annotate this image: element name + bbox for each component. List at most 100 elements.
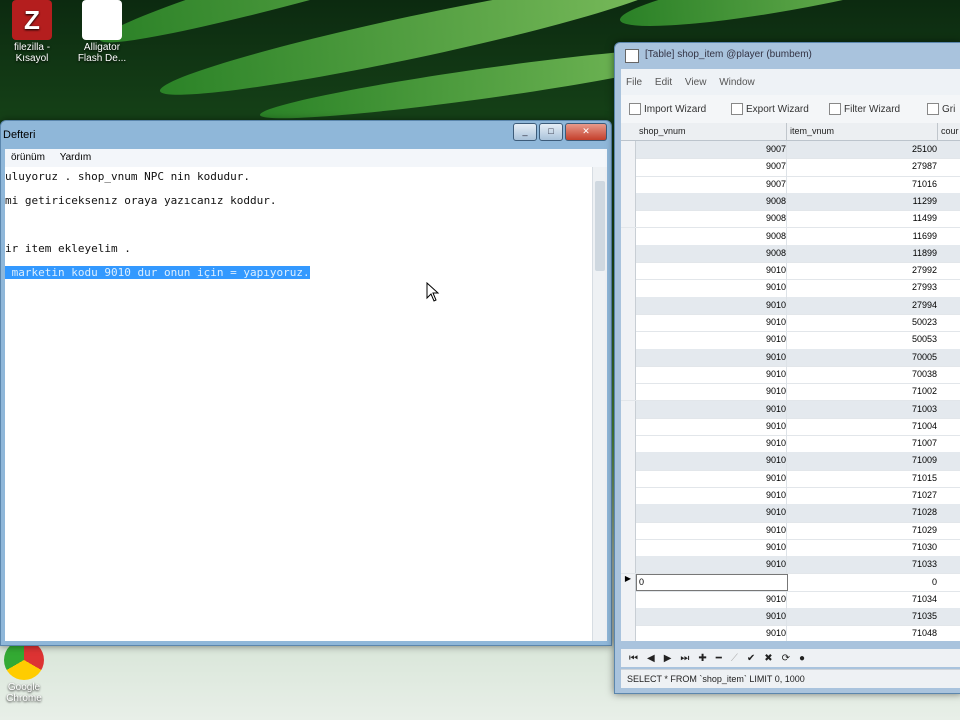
notepad-scrollbar[interactable] [592,167,607,641]
post-record-icon[interactable]: ✔ [747,653,755,664]
table-row[interactable]: 9010 50023 [621,314,960,333]
edit-record-icon[interactable]: ⟋ [731,653,738,664]
row-indicator[interactable] [621,365,636,384]
cell-item-vnum[interactable]: 50053 [787,334,937,344]
cell-item-vnum[interactable]: 71034 [787,594,937,604]
grid-button[interactable]: Gri [927,103,955,115]
row-indicator[interactable] [621,227,636,245]
cell-shop-vnum[interactable]: 9010 [636,300,786,310]
table-row[interactable]: 9010 71002 [621,383,960,402]
alligator-desktop-icon[interactable]: Alligator Flash De... [70,0,134,64]
table-row[interactable]: 9010 71033 [621,556,960,575]
cell-shop-vnum[interactable]: 9010 [636,386,786,396]
row-indicator[interactable] [621,192,636,211]
cell-shop-vnum[interactable]: 9010 [636,507,786,517]
table-row[interactable]: 9010 71029 [621,521,960,540]
table-row[interactable]: 9010 71003 [621,400,960,419]
row-indicator[interactable] [621,158,636,176]
insert-record-icon[interactable]: ✚ [698,653,706,664]
row-indicator[interactable] [621,625,636,641]
cell-item-vnum[interactable]: 71002 [787,386,937,396]
table-row[interactable]: 9010 71027 [621,487,960,506]
cell-item-vnum[interactable]: 11499 [787,213,937,223]
cell-item-vnum[interactable]: 50023 [787,317,937,327]
cell-shop-vnum[interactable]: 9010 [636,404,786,414]
cell-shop-vnum[interactable]: 9010 [636,525,786,535]
cell-item-vnum[interactable]: 0 [787,577,937,587]
cell-item-vnum[interactable]: 71007 [787,438,937,448]
cell-shop-vnum[interactable]: 9010 [636,490,786,500]
data-grid[interactable]: shop_vnum item_vnum cour 9007 25100 9007 27… [621,123,960,641]
row-indicator[interactable] [621,452,636,470]
row-indicator[interactable] [621,141,636,159]
cell-item-vnum[interactable]: 71028 [787,507,937,517]
cell-item-vnum[interactable]: 71035 [787,611,937,621]
cell-shop-vnum[interactable]: 9007 [636,179,786,189]
export-wizard-button[interactable]: Export Wizard [731,103,809,115]
cell-shop-vnum[interactable]: 9010 [636,542,786,552]
prior-record-icon[interactable]: ◀ [647,653,655,664]
cell-item-vnum[interactable]: 71030 [787,542,937,552]
menu-view[interactable]: örünüm [5,149,51,166]
cell-item-vnum[interactable]: 27994 [787,300,937,310]
table-row[interactable]: 9010 71030 [621,538,960,558]
cell-shop-vnum[interactable]: 9010 [636,265,786,275]
cell-shop-vnum[interactable]: 9010 [636,455,786,465]
table-row[interactable]: 9010 71004 [621,417,960,437]
cell-item-vnum[interactable]: 27992 [787,265,937,275]
cell-shop-vnum[interactable]: 9010 [636,317,786,327]
table-row[interactable]: 9010 27993 [621,279,960,298]
cell-shop-vnum[interactable]: 9010 [636,421,786,431]
cell-item-vnum[interactable]: 71027 [787,490,937,500]
row-indicator[interactable] [621,262,636,280]
table-row[interactable]: 9010 70005 [621,348,960,367]
stop-icon[interactable]: ● [799,653,805,664]
row-indicator[interactable] [621,400,636,418]
table-row[interactable]: 9010 50053 [621,331,960,350]
cell-item-vnum[interactable]: 71048 [787,628,937,638]
table-row[interactable]: 9008 11699 [621,227,960,246]
filezilla-desktop-icon[interactable]: Z filezilla - Kısayol [0,0,64,64]
cancel-record-icon[interactable]: ✖ [764,653,772,664]
cell-item-vnum[interactable]: 11299 [787,196,937,206]
first-record-icon[interactable]: ⏮ [629,653,638,664]
cell-item-vnum[interactable]: 71003 [787,404,937,414]
row-indicator[interactable] [621,538,636,557]
cell-item-vnum[interactable]: 11699 [787,231,937,241]
row-indicator[interactable] [621,348,636,366]
maximize-button[interactable]: □ [539,123,563,141]
table-row[interactable]: 9008 11499 [621,210,960,229]
import-wizard-button[interactable]: Import Wizard [629,103,706,115]
cell-shop-vnum[interactable]: 9008 [636,248,786,258]
cell-shop-vnum[interactable]: 9010 [636,628,786,638]
next-record-icon[interactable]: ▶ [664,653,672,664]
cell-item-vnum[interactable]: 71015 [787,473,937,483]
menu-help[interactable]: Yardım [54,149,98,166]
row-indicator[interactable] [621,331,636,349]
cell-shop-vnum[interactable]: 9008 [636,196,786,206]
cell-shop-vnum[interactable]: 9010 [636,334,786,344]
cell-shop-vnum[interactable]: 9010 [636,611,786,621]
row-indicator[interactable] [621,487,636,505]
row-indicator[interactable] [621,296,636,314]
table-row[interactable]: 9010 71035 [621,608,960,627]
column-header-item-vnum[interactable]: item_vnum [787,123,938,140]
row-indicator[interactable] [621,417,636,436]
menu-file[interactable]: File [621,69,647,88]
table-row[interactable]: 9007 27987 [621,158,960,177]
table-row[interactable]: 9010 71048 [621,625,960,641]
row-indicator[interactable] [621,314,636,332]
cell-shop-vnum[interactable]: 9010 [636,352,786,362]
cell-item-vnum[interactable]: 71029 [787,525,937,535]
cell-shop-vnum[interactable]: 9010 [636,559,786,569]
row-indicator[interactable] [621,175,636,193]
row-indicator[interactable] [621,504,636,522]
row-indicator[interactable] [621,435,636,453]
table-row[interactable]: 9010 71034 [621,590,960,610]
row-indicator[interactable] [621,210,636,228]
table-row[interactable]: ▶ 0 0 [621,573,960,592]
row-indicator[interactable] [621,383,636,401]
table-row[interactable]: 9010 71028 [621,504,960,523]
cell-item-vnum[interactable]: 70005 [787,352,937,362]
row-indicator[interactable] [621,590,636,609]
